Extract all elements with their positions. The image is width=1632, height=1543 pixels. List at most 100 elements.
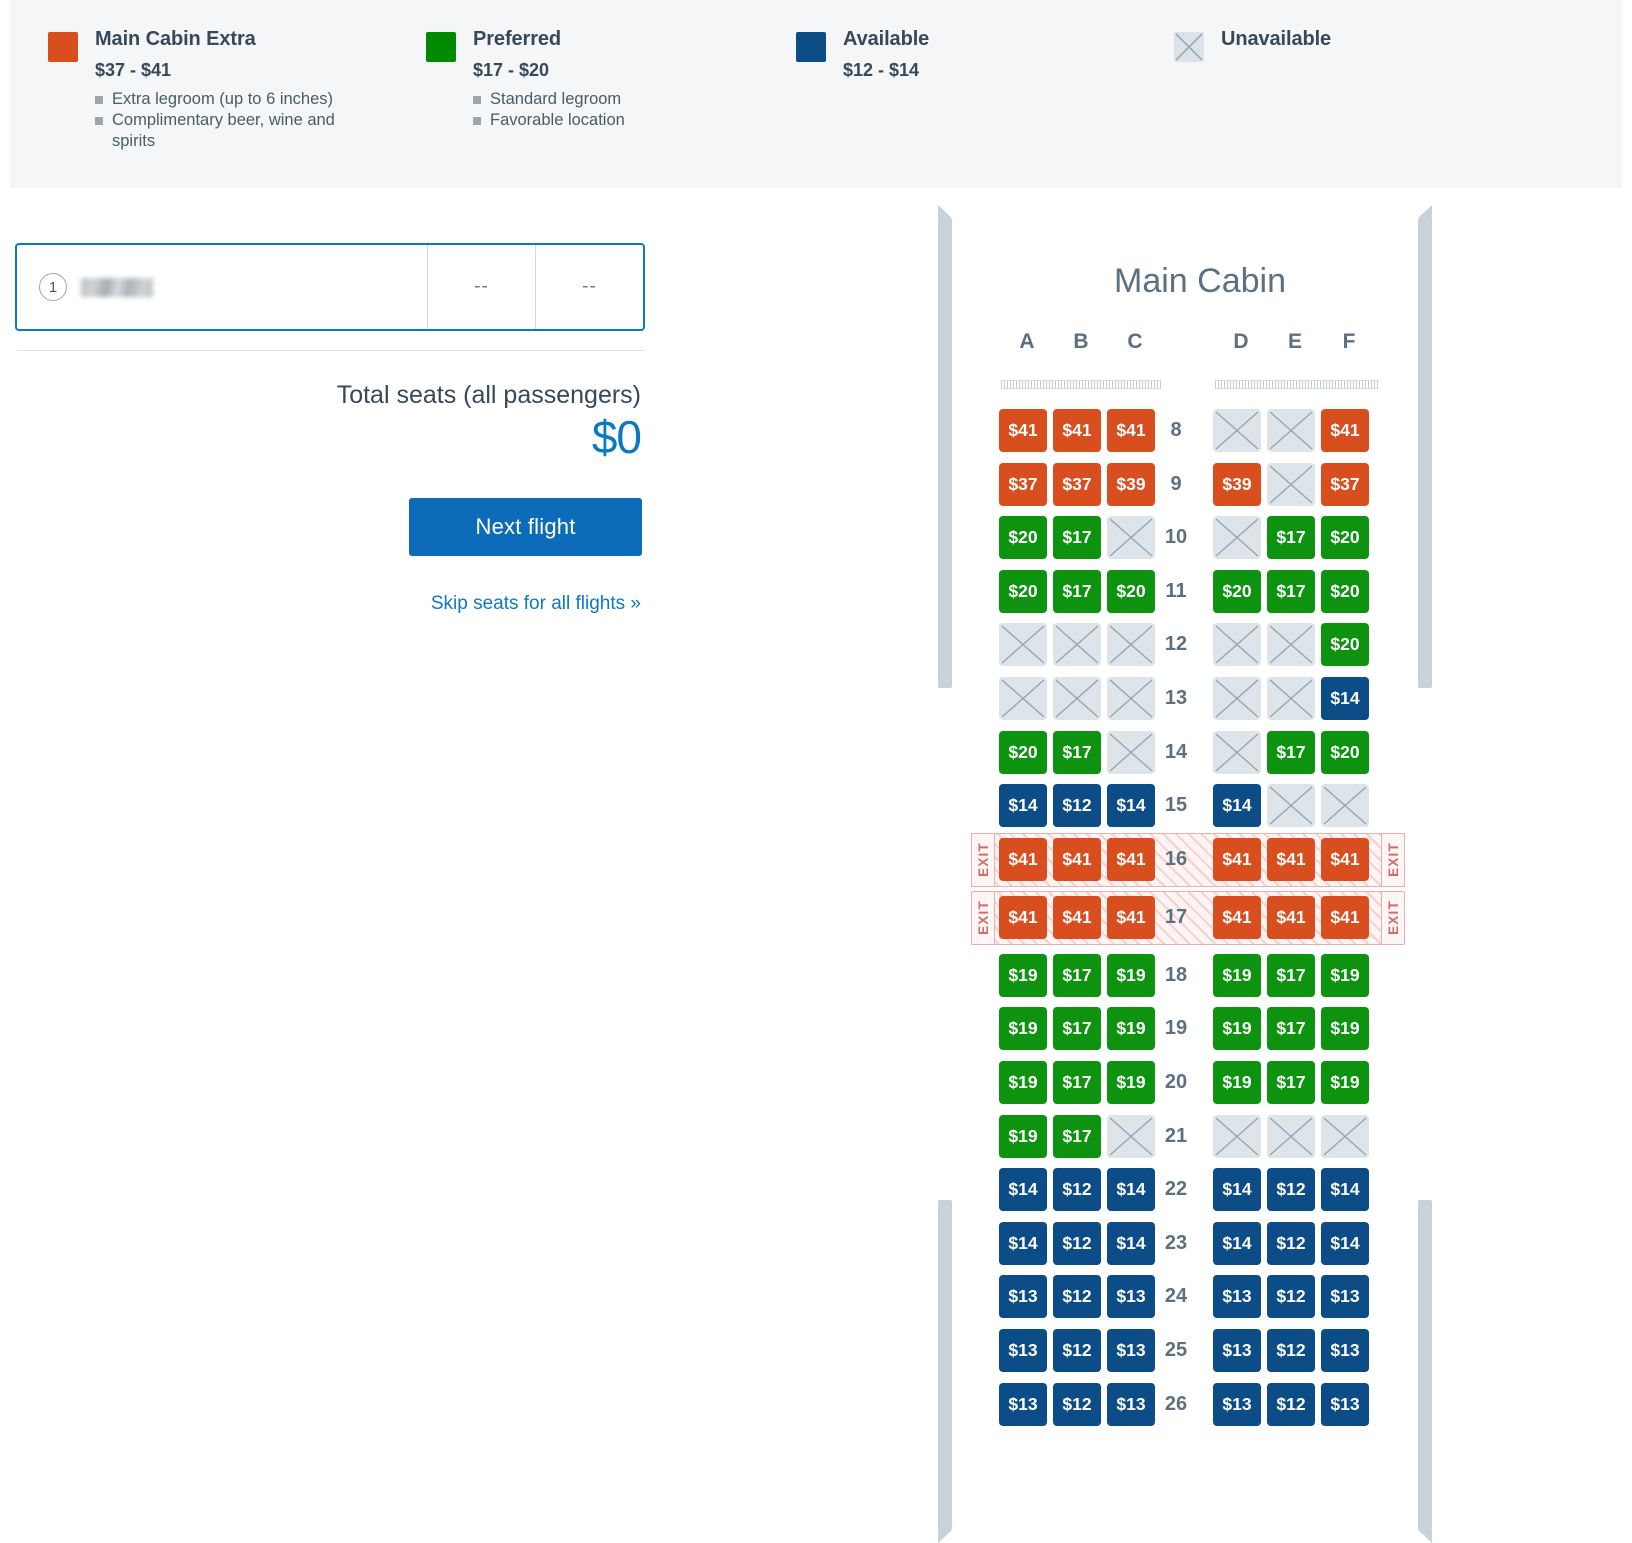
seat-25A[interactable]: $13 [999, 1329, 1047, 1372]
legend-swatch-unavailable-x-icon [1174, 32, 1204, 62]
seat-15B[interactable]: $12 [1053, 784, 1101, 827]
seat-9F[interactable]: $37 [1321, 463, 1369, 506]
seat-18A[interactable]: $19 [999, 954, 1047, 997]
seat-24A[interactable]: $13 [999, 1275, 1047, 1318]
seat-11A[interactable]: $20 [999, 570, 1047, 613]
seat-9C[interactable]: $39 [1107, 463, 1155, 506]
seat-19B[interactable]: $17 [1053, 1007, 1101, 1050]
seat-20A[interactable]: $19 [999, 1061, 1047, 1104]
seat-10F[interactable]: $20 [1321, 516, 1369, 559]
seat-24C[interactable]: $13 [1107, 1275, 1155, 1318]
seat-22D[interactable]: $14 [1213, 1168, 1261, 1211]
passenger-seat-cell-2[interactable]: -- [535, 245, 643, 329]
seat-18B[interactable]: $17 [1053, 954, 1101, 997]
legend-title: Main Cabin Extra [95, 28, 363, 50]
seat-25F[interactable]: $13 [1321, 1329, 1369, 1372]
seat-9A[interactable]: $37 [999, 463, 1047, 506]
seat-17F[interactable]: $41 [1321, 896, 1369, 939]
seat-22A[interactable]: $14 [999, 1168, 1047, 1211]
seat-13F[interactable]: $14 [1321, 677, 1369, 720]
seat-26E[interactable]: $12 [1267, 1383, 1315, 1426]
seat-14F[interactable]: $20 [1321, 731, 1369, 774]
seat-11F[interactable]: $20 [1321, 570, 1369, 613]
seat-19D[interactable]: $19 [1213, 1007, 1261, 1050]
seat-11B[interactable]: $17 [1053, 570, 1101, 613]
seat-19A[interactable]: $19 [999, 1007, 1047, 1050]
seat-22B[interactable]: $12 [1053, 1168, 1101, 1211]
seat-16A[interactable]: $41 [999, 838, 1047, 881]
seat-26C[interactable]: $13 [1107, 1383, 1155, 1426]
next-flight-button[interactable]: Next flight [409, 498, 642, 556]
seat-8B[interactable]: $41 [1053, 409, 1101, 452]
seat-23B[interactable]: $12 [1053, 1222, 1101, 1265]
passenger-row[interactable]: 1 -- -- [15, 243, 645, 331]
skip-seats-link[interactable]: Skip seats for all flights » [0, 593, 641, 615]
seat-17E[interactable]: $41 [1267, 896, 1315, 939]
seat-24E[interactable]: $12 [1267, 1275, 1315, 1318]
seat-22F[interactable]: $14 [1321, 1168, 1369, 1211]
passenger-seat-cell-1[interactable]: -- [427, 245, 535, 329]
seat-25D[interactable]: $13 [1213, 1329, 1261, 1372]
seat-18E[interactable]: $17 [1267, 954, 1315, 997]
seat-11D[interactable]: $20 [1213, 570, 1261, 613]
seat-23F[interactable]: $14 [1321, 1222, 1369, 1265]
seat-18C[interactable]: $19 [1107, 954, 1155, 997]
seat-12F[interactable]: $20 [1321, 623, 1369, 666]
seat-8C[interactable]: $41 [1107, 409, 1155, 452]
seat-18D[interactable]: $19 [1213, 954, 1261, 997]
seat-20F[interactable]: $19 [1321, 1061, 1369, 1104]
seat-8A[interactable]: $41 [999, 409, 1047, 452]
seat-21B[interactable]: $17 [1053, 1115, 1101, 1158]
seat-10A[interactable]: $20 [999, 516, 1047, 559]
seat-10B[interactable]: $17 [1053, 516, 1101, 559]
seat-15D[interactable]: $14 [1213, 784, 1261, 827]
seat-15C[interactable]: $14 [1107, 784, 1155, 827]
seat-8F[interactable]: $41 [1321, 409, 1369, 452]
seat-23D[interactable]: $14 [1213, 1222, 1261, 1265]
seat-20D[interactable]: $19 [1213, 1061, 1261, 1104]
seat-26B[interactable]: $12 [1053, 1383, 1101, 1426]
seat-25B[interactable]: $12 [1053, 1329, 1101, 1372]
legend-swatch-available [796, 32, 826, 62]
seat-22C[interactable]: $14 [1107, 1168, 1155, 1211]
seat-26F[interactable]: $13 [1321, 1383, 1369, 1426]
seat-19E[interactable]: $17 [1267, 1007, 1315, 1050]
seat-20C[interactable]: $19 [1107, 1061, 1155, 1104]
seat-23E[interactable]: $12 [1267, 1222, 1315, 1265]
seat-25E[interactable]: $12 [1267, 1329, 1315, 1372]
seat-15A[interactable]: $14 [999, 784, 1047, 827]
seat-24B[interactable]: $12 [1053, 1275, 1101, 1318]
seat-14A[interactable]: $20 [999, 731, 1047, 774]
seat-9B[interactable]: $37 [1053, 463, 1101, 506]
seat-14B[interactable]: $17 [1053, 731, 1101, 774]
seat-9D[interactable]: $39 [1213, 463, 1261, 506]
seat-17C[interactable]: $41 [1107, 896, 1155, 939]
seat-16C[interactable]: $41 [1107, 838, 1155, 881]
seat-16D[interactable]: $41 [1213, 838, 1261, 881]
seat-20B[interactable]: $17 [1053, 1061, 1101, 1104]
seat-26D[interactable]: $13 [1213, 1383, 1261, 1426]
seat-26A[interactable]: $13 [999, 1383, 1047, 1426]
seat-17D[interactable]: $41 [1213, 896, 1261, 939]
seat-24D[interactable]: $13 [1213, 1275, 1261, 1318]
seat-23A[interactable]: $14 [999, 1222, 1047, 1265]
seat-14E[interactable]: $17 [1267, 731, 1315, 774]
seat-25C[interactable]: $13 [1107, 1329, 1155, 1372]
seat-19C[interactable]: $19 [1107, 1007, 1155, 1050]
seat-20E[interactable]: $17 [1267, 1061, 1315, 1104]
seat-18F[interactable]: $19 [1321, 954, 1369, 997]
seat-unavailable-15F [1321, 784, 1369, 827]
seat-11C[interactable]: $20 [1107, 570, 1155, 613]
seat-16E[interactable]: $41 [1267, 838, 1315, 881]
seat-17B[interactable]: $41 [1053, 896, 1101, 939]
seat-22E[interactable]: $12 [1267, 1168, 1315, 1211]
seat-10E[interactable]: $17 [1267, 516, 1315, 559]
seat-23C[interactable]: $14 [1107, 1222, 1155, 1265]
seat-21A[interactable]: $19 [999, 1115, 1047, 1158]
seat-11E[interactable]: $17 [1267, 570, 1315, 613]
seat-19F[interactable]: $19 [1321, 1007, 1369, 1050]
seat-17A[interactable]: $41 [999, 896, 1047, 939]
seat-24F[interactable]: $13 [1321, 1275, 1369, 1318]
seat-16B[interactable]: $41 [1053, 838, 1101, 881]
seat-16F[interactable]: $41 [1321, 838, 1369, 881]
